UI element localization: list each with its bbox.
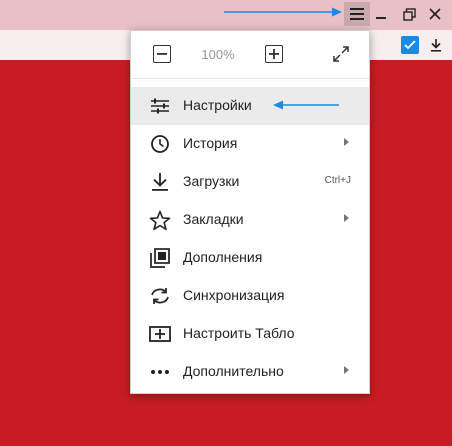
menu-item-downloads[interactable]: Загрузки Ctrl+J xyxy=(131,163,369,201)
fullscreen-icon xyxy=(333,46,349,62)
minimize-button[interactable] xyxy=(368,2,394,26)
downloads-button[interactable] xyxy=(427,36,445,54)
add-tableau-icon xyxy=(149,324,171,344)
menu-item-tableau[interactable]: Настроить Табло xyxy=(131,315,369,353)
menu-item-history[interactable]: История xyxy=(131,125,369,163)
menu-item-label: Синхронизация xyxy=(183,287,285,303)
history-clock-icon xyxy=(149,134,171,154)
shortcut-hint: Ctrl+J xyxy=(324,175,351,186)
fullscreen-button[interactable] xyxy=(331,44,351,64)
menu-item-label: Настройки xyxy=(183,97,252,113)
menu-item-label: Дополнительно xyxy=(183,363,284,379)
extension-button[interactable] xyxy=(401,36,419,54)
plus-icon xyxy=(269,49,279,59)
menu-item-label: Настроить Табло xyxy=(183,325,295,341)
submenu-arrow-icon xyxy=(344,366,349,374)
extension-check-icon xyxy=(404,40,416,50)
hamburger-icon xyxy=(350,8,364,20)
download-icon xyxy=(431,39,441,52)
sync-icon xyxy=(149,286,171,306)
restore-icon xyxy=(402,7,416,21)
restore-button[interactable] xyxy=(396,2,422,26)
annotation-arrow-settings xyxy=(273,100,339,110)
annotation-arrow-menu xyxy=(224,7,342,17)
browser-menu: 100% Настройки История Загрузки Ctrl+J З… xyxy=(130,30,370,394)
menu-item-label: Дополнения xyxy=(183,249,263,265)
menu-item-addons[interactable]: Дополнения xyxy=(131,239,369,277)
menu-item-label: Закладки xyxy=(183,211,244,227)
download-icon xyxy=(149,172,171,192)
menu-item-sync[interactable]: Синхронизация xyxy=(131,277,369,315)
submenu-arrow-icon xyxy=(344,138,349,146)
minus-icon xyxy=(157,53,167,55)
addons-icon xyxy=(149,248,171,268)
submenu-arrow-icon xyxy=(344,214,349,222)
zoom-out-button[interactable] xyxy=(153,45,171,63)
star-icon xyxy=(149,210,171,230)
zoom-level: 100% xyxy=(201,47,235,62)
settings-sliders-icon xyxy=(149,96,171,116)
minimize-icon xyxy=(376,17,386,19)
menu-item-label: Загрузки xyxy=(183,173,240,189)
menu-button[interactable] xyxy=(344,2,370,26)
menu-item-label: История xyxy=(183,135,238,151)
more-dots-icon xyxy=(149,362,171,382)
zoom-in-button[interactable] xyxy=(265,45,283,63)
zoom-controls: 100% xyxy=(131,31,369,79)
menu-item-more[interactable]: Дополнительно xyxy=(131,353,369,391)
menu-item-bookmarks[interactable]: Закладки xyxy=(131,201,369,239)
close-button[interactable] xyxy=(422,2,448,26)
close-icon xyxy=(429,8,441,20)
